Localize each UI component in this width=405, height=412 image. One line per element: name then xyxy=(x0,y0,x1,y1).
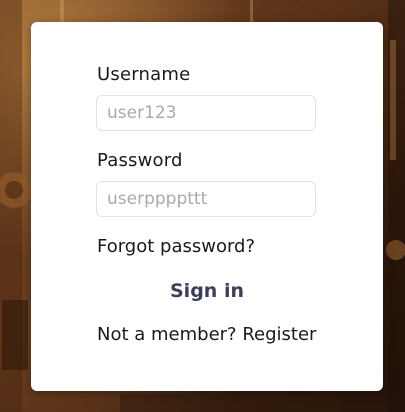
forgot-password-link[interactable]: Forgot password? xyxy=(97,236,255,257)
username-label: Username xyxy=(97,64,191,85)
password-input[interactable] xyxy=(96,181,316,217)
password-label: Password xyxy=(97,150,183,171)
sign-in-button[interactable]: Sign in xyxy=(31,280,383,302)
register-link[interactable]: Not a member? Register xyxy=(97,324,316,345)
login-card: Username Password Forgot password? Sign … xyxy=(31,22,383,391)
username-input[interactable] xyxy=(96,95,316,131)
